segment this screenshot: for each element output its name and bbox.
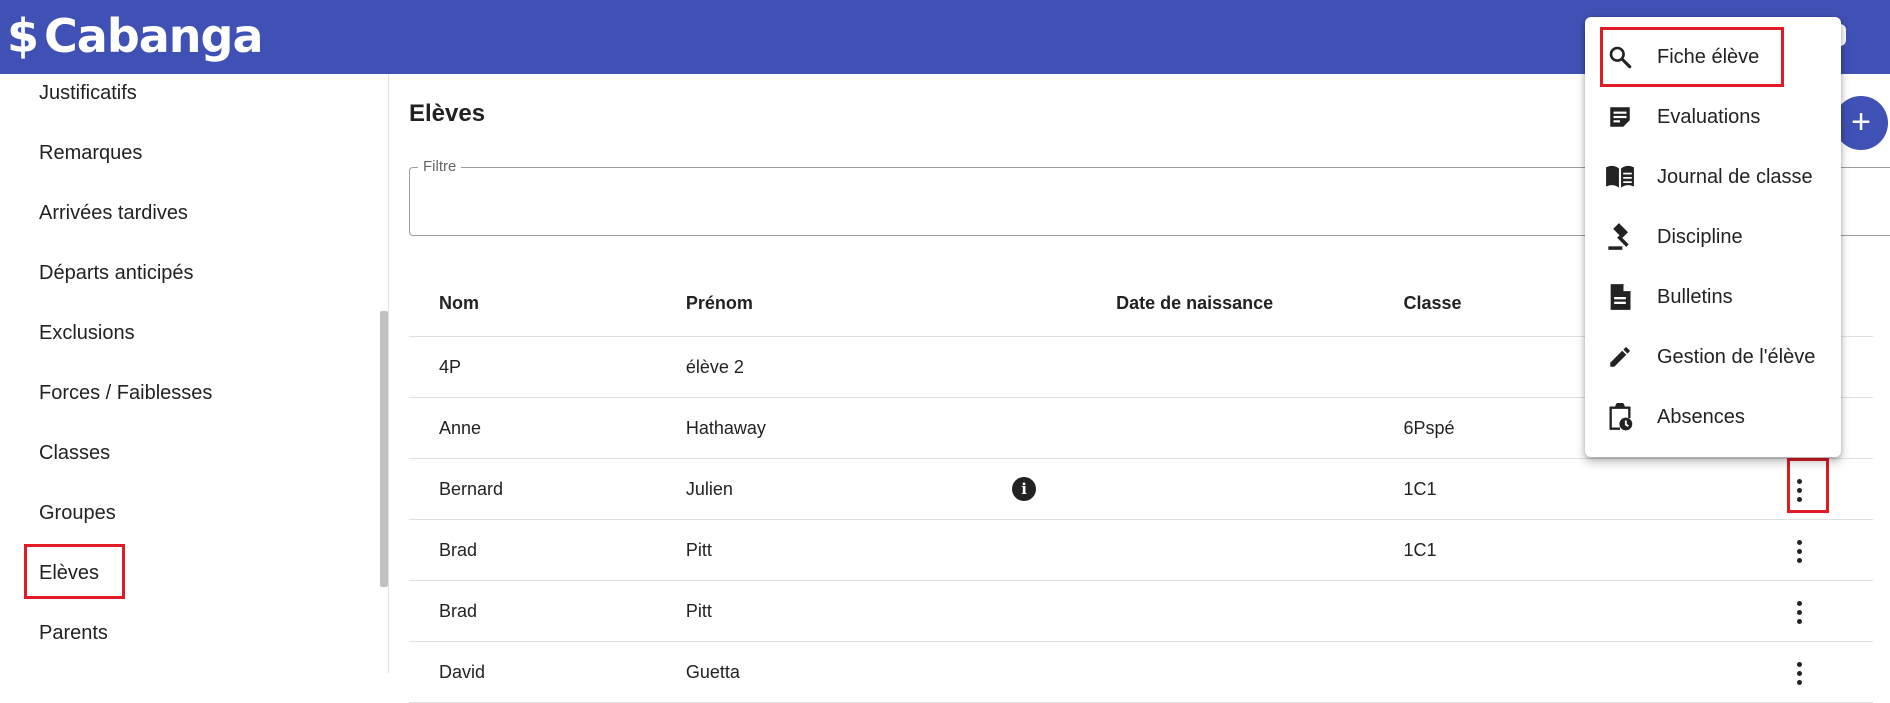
page-title: Elèves [409, 100, 486, 127]
row-menu-button-highlight [1787, 458, 1829, 513]
menu-item-label: Gestion de l'élève [1657, 345, 1816, 368]
row-actions [1726, 641, 1873, 703]
menu-item-label: Journal de classe [1657, 165, 1813, 188]
cell-prenom: élève 2 [685, 336, 1117, 398]
cell-nom: 4P [409, 336, 686, 398]
cell-nom: Brad [409, 580, 686, 642]
cell-nom: Brad [409, 519, 686, 581]
sidebar-item-justificatifs[interactable]: Justificatifs [39, 80, 137, 106]
logo-symbol: $ [7, 9, 39, 63]
cell-classe: 1C1 [1403, 519, 1727, 581]
logo-text: Cabanga [44, 9, 263, 63]
sidebar-item-exclusions[interactable]: Exclusions [39, 320, 135, 346]
sidebar-item-departs-anticipes[interactable]: Départs anticipés [39, 260, 194, 286]
table-row[interactable]: David Guetta [409, 641, 1873, 703]
menu-item-gestion-eleve[interactable]: Gestion de l'élève [1585, 327, 1841, 387]
cell-prenom: Hathaway [685, 397, 1117, 459]
cell-nom: Bernard [409, 458, 686, 520]
column-header-nom[interactable]: Nom [409, 270, 686, 337]
sidebar-item-forces-faiblesses[interactable]: Forces / Faiblesses [39, 380, 212, 406]
cell-date-naissance [1116, 580, 1404, 642]
app-logo[interactable]: $ Cabanga [7, 6, 264, 66]
fiche-eleve-highlight [1600, 27, 1784, 87]
document-icon [1605, 282, 1635, 312]
sidebar-item-parents[interactable]: Parents [39, 620, 108, 646]
menu-item-journal-de-classe[interactable]: Journal de classe [1585, 147, 1841, 207]
note-icon [1605, 102, 1635, 132]
cell-prenom: Pitt [685, 519, 1117, 581]
cell-date-naissance [1116, 641, 1404, 703]
add-student-button[interactable]: + [1834, 96, 1888, 150]
menu-item-bulletins[interactable]: Bulletins [1585, 267, 1841, 327]
cell-date-naissance: i [1012, 458, 1404, 520]
cell-classe: 1C1 [1403, 458, 1727, 520]
menu-item-label: Discipline [1657, 225, 1743, 248]
more-vert-icon[interactable] [1782, 592, 1818, 632]
filter-label: Filtre [418, 158, 462, 175]
sidebar-item-groupes[interactable]: Groupes [39, 500, 116, 526]
row-actions [1726, 519, 1873, 581]
row-context-menu: Fiche élève Evaluations Journal de class… [1585, 17, 1841, 457]
menu-item-evaluations[interactable]: Evaluations [1585, 87, 1841, 147]
more-vert-icon[interactable] [1782, 653, 1818, 693]
clipboard-clock-icon [1605, 402, 1635, 432]
column-header-prenom[interactable]: Prénom [685, 270, 1117, 337]
table-row[interactable]: Brad Pitt [409, 580, 1873, 642]
more-vert-icon[interactable] [1782, 531, 1818, 571]
sidebar-item-classes[interactable]: Classes [39, 440, 110, 466]
gavel-icon [1605, 222, 1635, 252]
cell-prenom: Guetta [685, 641, 1117, 703]
menu-item-label: Bulletins [1657, 285, 1733, 308]
sidebar: Justificatifs Remarques Arrivées tardive… [0, 74, 389, 673]
sidebar-eleves-highlight [24, 544, 125, 599]
menu-item-absences[interactable]: Absences [1585, 387, 1841, 447]
cell-date-naissance [1116, 519, 1404, 581]
cell-prenom: Julien [685, 458, 1117, 520]
menu-item-discipline[interactable]: Discipline [1585, 207, 1841, 267]
book-icon [1605, 162, 1635, 192]
column-header-date-naissance[interactable]: Date de naissance [1116, 270, 1404, 337]
cell-classe [1403, 580, 1727, 642]
cell-prenom: Pitt [685, 580, 1117, 642]
sidebar-scrollbar[interactable] [380, 311, 388, 587]
cell-date-naissance [1116, 397, 1404, 459]
plus-icon: + [1851, 103, 1871, 141]
table-row[interactable]: Brad Pitt 1C1 [409, 519, 1873, 581]
menu-item-label: Evaluations [1657, 105, 1761, 128]
sidebar-item-remarques[interactable]: Remarques [39, 140, 142, 166]
row-actions [1726, 580, 1873, 642]
sidebar-item-arrivees-tardives[interactable]: Arrivées tardives [39, 200, 188, 226]
cell-nom: David [409, 641, 686, 703]
menu-item-label: Absences [1657, 405, 1745, 428]
cell-nom: Anne [409, 397, 686, 459]
table-row[interactable]: Bernard Julien i 1C1 [409, 458, 1873, 520]
info-icon[interactable]: i [1012, 477, 1037, 501]
cell-date-naissance [1116, 336, 1404, 398]
cell-classe [1403, 641, 1727, 703]
pencil-icon [1605, 342, 1635, 372]
